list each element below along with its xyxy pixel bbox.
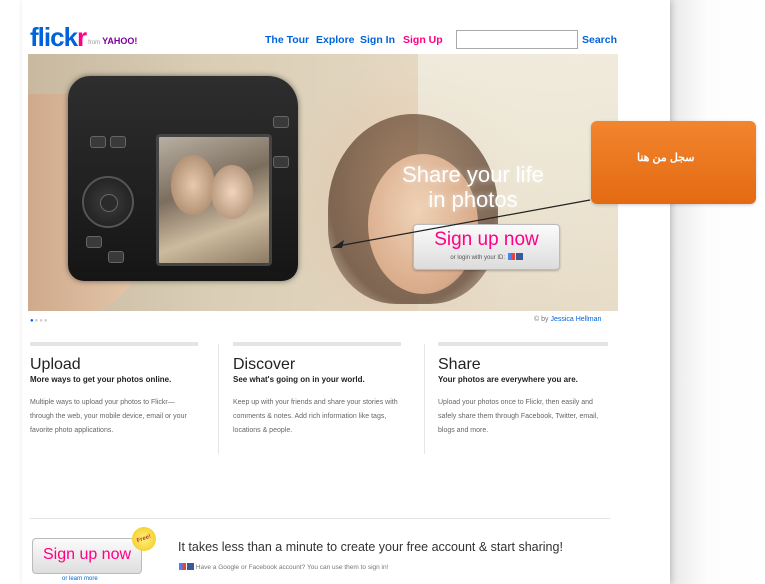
feature-title: Discover <box>233 356 296 373</box>
nav-the-tour[interactable]: The Tour <box>265 34 309 46</box>
camera-screen-person <box>171 155 215 215</box>
tagline-line-1: Share your life <box>402 162 544 187</box>
header: flickr from YAHOO! The Tour Explore Sign I… <box>22 0 670 54</box>
feature-body: Upload your photos once to Flickr, then … <box>438 399 599 434</box>
logo-from-text: from <box>88 40 101 46</box>
camera-button <box>90 136 106 148</box>
feature-subtitle: Your photos are everywhere you are. <box>438 375 578 384</box>
logo-yahoo-text: YAHOO! <box>102 36 138 46</box>
feature-bar <box>30 342 198 346</box>
feature-title: Upload <box>30 356 81 373</box>
logo-r: r <box>77 22 87 52</box>
bottom-headline: It takes less than a minute to create yo… <box>178 540 563 554</box>
camera-dial <box>82 176 134 228</box>
bottom-subtext-text: Have a Google or Facebook account? You c… <box>195 564 389 571</box>
feature-body: Multiple ways to upload your photos to F… <box>30 399 187 434</box>
flickr-page: flickr from YAHOO! The Tour Explore Sign I… <box>22 0 670 584</box>
camera-button <box>86 236 102 248</box>
feature-share: Share Your photos are everywhere you are… <box>438 342 608 438</box>
credit-prefix: © by <box>534 316 549 323</box>
feature-subtitle: See what's going on in your world. <box>233 375 365 384</box>
nav-sign-up[interactable]: Sign Up <box>403 34 443 46</box>
annotation-callout: سجل من هنا <box>591 121 756 204</box>
bottom-signup-button[interactable]: Sign up now <box>32 538 142 574</box>
feature-subtitle: More ways to get your photos online. <box>30 375 172 384</box>
camera-screen <box>156 134 272 266</box>
feature-body: Keep up with your friends and share your… <box>233 399 398 434</box>
hero-banner: Share your life in photos Sign up now or… <box>28 54 618 311</box>
learn-more-link[interactable]: or learn more <box>62 576 98 582</box>
camera-button <box>110 136 126 148</box>
bottom-divider <box>30 518 610 519</box>
feature-discover: Discover See what's going on in your wor… <box>233 342 401 438</box>
camera-button <box>273 116 289 128</box>
feature-title: Share <box>438 356 481 373</box>
camera-button <box>273 156 289 168</box>
callout-text: سجل من هنا <box>637 152 695 164</box>
camera-photo <box>68 76 298 281</box>
page-side-shadow <box>670 0 765 584</box>
carousel-dot-active[interactable]: ● <box>30 318 35 324</box>
search-input[interactable] <box>456 30 578 49</box>
nav-explore[interactable]: Explore <box>316 34 355 46</box>
feature-bar <box>233 342 401 346</box>
facebook-icon <box>187 563 194 570</box>
logo-flick: flick <box>30 22 78 52</box>
login-with-id: or login with your ID: <box>414 253 559 261</box>
feature-bar <box>438 342 608 346</box>
column-divider <box>218 344 219 454</box>
feature-upload: Upload More ways to get your photos onli… <box>30 342 198 438</box>
photo-credit: © by Jessica Hellman <box>534 316 601 323</box>
camera-screen-person <box>211 165 253 219</box>
camera-button <box>108 251 124 263</box>
bottom-signup-label: Sign up now <box>42 546 132 563</box>
carousel-dots[interactable]: ●●●● <box>30 318 49 324</box>
search-button[interactable]: Search <box>582 34 617 46</box>
credit-author-link[interactable]: Jessica Hellman <box>550 316 601 323</box>
yahoo-badge: from YAHOO! <box>88 36 137 46</box>
google-icon <box>179 563 186 570</box>
google-icon[interactable] <box>507 253 515 260</box>
column-divider <box>424 344 425 454</box>
flickr-logo[interactable]: flickr from YAHOO! <box>30 22 137 53</box>
annotation-arrow <box>332 199 591 248</box>
bottom-subtext: Have a Google or Facebook account? You c… <box>178 563 388 571</box>
nav-sign-in[interactable]: Sign In <box>360 34 395 46</box>
facebook-icon[interactable] <box>515 253 523 260</box>
login-with-id-text: or login with your ID: <box>450 255 506 261</box>
